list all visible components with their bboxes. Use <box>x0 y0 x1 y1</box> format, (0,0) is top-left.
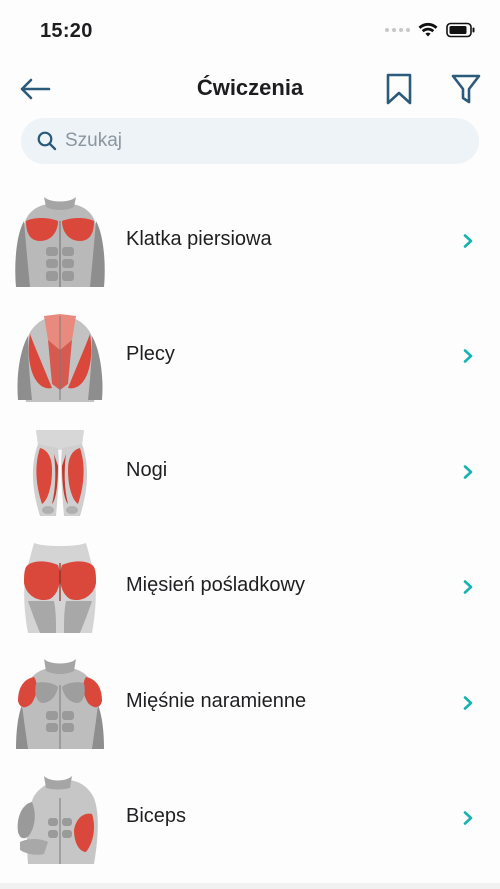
chevron-right-icon <box>463 234 473 248</box>
chevron-right-icon <box>463 695 473 710</box>
shoulders-muscle-image <box>16 658 104 749</box>
page-title: Ćwiczenia <box>196 75 304 100</box>
list-item-chest[interactable]: Klatka piersiowa <box>0 190 500 305</box>
header: Ćwiczenia <box>0 64 500 114</box>
bookmark-button[interactable] <box>382 70 416 108</box>
filter-icon <box>451 74 481 104</box>
list-item-legs[interactable]: Nogi <box>0 421 500 536</box>
bookmark-icon <box>386 73 412 105</box>
chevron-right-icon <box>463 349 473 364</box>
muscle-group-list: Klatka piersiowa Plecy Nogi Mięsień pośl… <box>0 190 500 882</box>
chevron-right-icon <box>463 580 473 594</box>
chevron-right-icon <box>463 464 473 479</box>
chevron-right-icon <box>463 811 473 825</box>
battery-icon <box>446 22 475 38</box>
list-item-biceps[interactable]: Biceps <box>0 767 500 882</box>
chest-muscle-image <box>15 197 105 287</box>
glutes-muscle-image <box>24 543 96 634</box>
list-item-label: Biceps <box>126 804 187 827</box>
list-item-back[interactable]: Plecy <box>0 305 500 420</box>
legs-muscle-image <box>32 429 88 516</box>
status-time: 15:20 <box>40 20 93 42</box>
search-input[interactable] <box>65 130 445 152</box>
status-bar: 15:20 <box>0 0 500 64</box>
list-item-label: Nogi <box>126 458 168 481</box>
list-item-glutes[interactable]: Mięsień pośladkowy <box>0 536 500 651</box>
list-item-label: Plecy <box>126 343 175 366</box>
list-item-label: Klatka piersiowa <box>126 228 272 250</box>
signal-icon <box>385 28 410 32</box>
status-icons <box>385 22 476 38</box>
filter-button[interactable] <box>448 70 484 108</box>
search-icon <box>37 131 57 151</box>
back-muscle-image <box>17 314 103 403</box>
list-item-label: Mięsień pośladkowy <box>126 574 305 597</box>
list-item-shoulders[interactable]: Mięśnie naramienne <box>0 652 500 767</box>
list-item-label: Mięśnie naramienne <box>126 689 307 712</box>
wifi-icon <box>418 22 438 37</box>
biceps-muscle-image <box>17 775 98 864</box>
next-item-peek <box>0 883 500 889</box>
search-bar[interactable] <box>21 118 479 164</box>
